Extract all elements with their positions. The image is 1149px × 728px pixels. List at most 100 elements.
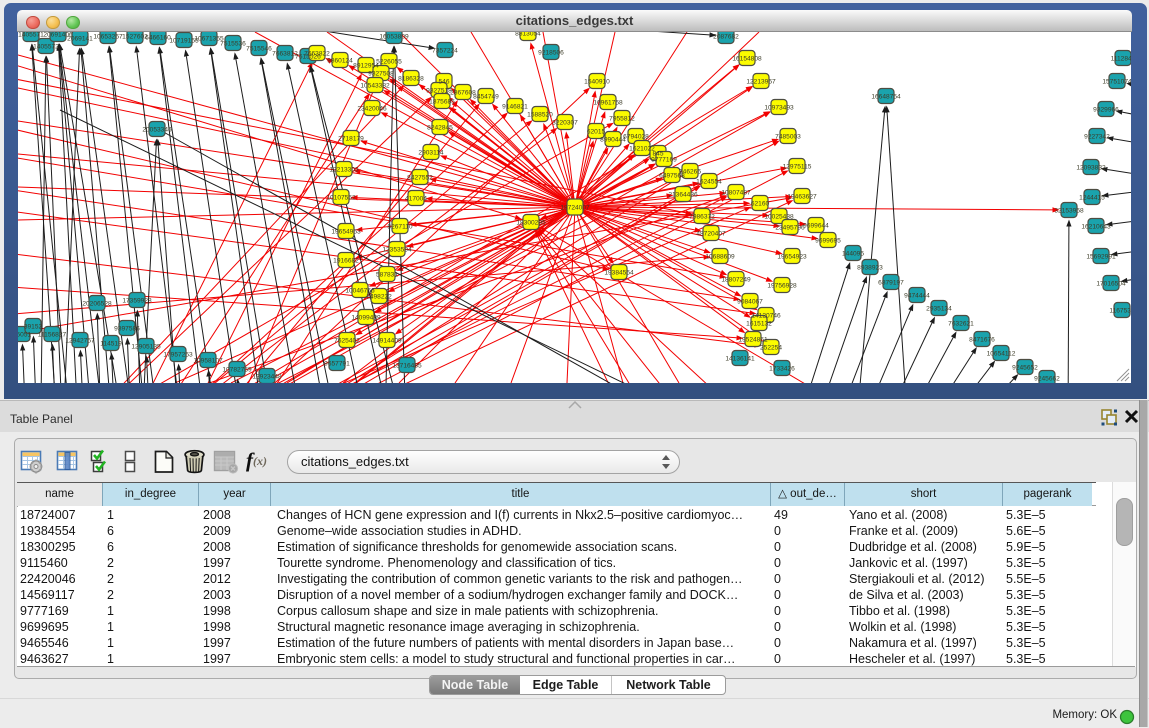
svg-text:12942757: 12942757	[65, 337, 95, 344]
svg-text:8454749: 8454749	[473, 93, 499, 100]
svg-text:8242845: 8242845	[427, 124, 453, 131]
svg-text:2718179: 2718179	[338, 135, 364, 142]
svg-text:1615132: 1615132	[746, 320, 772, 327]
svg-text:17957253: 17957253	[163, 351, 193, 358]
svg-text:19654953: 19654953	[331, 228, 361, 235]
svg-text:19756928: 19756928	[767, 282, 797, 289]
svg-text:144095: 144095	[842, 250, 864, 257]
svg-text:17359928: 17359928	[122, 297, 152, 304]
svg-text:32153958: 32153958	[1054, 207, 1084, 214]
svg-text:1244415: 1244415	[1079, 194, 1105, 201]
svg-text:9227342: 9227342	[1084, 133, 1110, 140]
svg-text:1624554: 1624554	[696, 178, 722, 185]
svg-text:15751074: 15751074	[1102, 78, 1131, 85]
svg-text:12093832: 12093832	[1076, 164, 1106, 171]
svg-text:12975115: 12975115	[783, 163, 812, 170]
svg-text:14914409: 14914409	[372, 337, 402, 344]
svg-text:6466160: 6466160	[145, 34, 171, 41]
svg-text:1405572: 1405572	[33, 43, 59, 50]
svg-text:10688609: 10688609	[705, 253, 735, 260]
svg-text:10958107: 10958107	[193, 357, 223, 364]
svg-text:114519: 114519	[100, 340, 122, 347]
svg-text:62015: 62015	[587, 128, 606, 135]
svg-text:9397586: 9397586	[114, 325, 140, 332]
svg-text:9329966: 9329966	[1093, 106, 1119, 113]
svg-text:8267110: 8267110	[387, 223, 413, 230]
svg-text:8427552: 8427552	[407, 174, 433, 181]
svg-text:10973493: 10973493	[764, 104, 794, 111]
svg-text:20206528: 20206528	[82, 300, 112, 307]
svg-text:252254: 252254	[760, 344, 782, 351]
svg-text:8186328: 8186328	[398, 75, 424, 82]
svg-text:10807487: 10807487	[721, 189, 751, 196]
svg-text:3220307: 3220307	[552, 119, 578, 126]
svg-text:16961758: 16961758	[593, 99, 623, 106]
svg-text:7632621: 7632621	[948, 320, 974, 327]
svg-text:11156827: 11156827	[38, 331, 67, 338]
svg-text:19524851: 19524851	[738, 336, 768, 343]
svg-text:18300295: 18300295	[516, 219, 546, 226]
svg-text:9699695: 9699695	[815, 237, 841, 244]
svg-text:13716485: 13716485	[392, 362, 422, 369]
svg-text:2935134: 2935134	[926, 305, 952, 312]
svg-text:12353594: 12353594	[382, 246, 412, 253]
svg-text:19384554: 19384554	[604, 269, 634, 276]
svg-text:8813054: 8813054	[515, 32, 541, 37]
svg-text:1733426: 1733426	[769, 365, 795, 372]
svg-text:12905135: 12905135	[131, 343, 161, 350]
svg-text:546: 546	[438, 78, 449, 85]
svg-text:7986372: 7986372	[689, 213, 715, 220]
svg-text:7515546: 7515546	[246, 45, 272, 52]
svg-text:1621022: 1621022	[629, 145, 655, 152]
svg-text:12923448: 12923448	[252, 373, 282, 380]
svg-text:7625402: 7625402	[334, 337, 360, 344]
svg-text:9218506: 9218506	[538, 49, 564, 56]
svg-text:9699644: 9699644	[803, 222, 829, 229]
svg-text:7663822: 7663822	[304, 50, 330, 57]
svg-text:7515536: 7515536	[220, 40, 246, 47]
svg-text:20053346: 20053346	[142, 126, 172, 133]
svg-text:1405571: 1405571	[18, 32, 44, 38]
svg-text:12213303: 12213303	[329, 166, 359, 173]
svg-text:6794028: 6794028	[623, 133, 649, 140]
svg-text:14120746: 14120746	[751, 312, 781, 319]
svg-text:9860124: 9860124	[327, 57, 353, 64]
svg-text:9084067: 9084067	[737, 298, 763, 305]
svg-text:1498222: 1498222	[366, 293, 392, 300]
svg-text:417004: 417004	[405, 195, 427, 202]
svg-text:2069141: 2069141	[67, 35, 93, 42]
svg-text:1540910: 1540910	[584, 78, 610, 85]
svg-text:6497568: 6497568	[659, 172, 685, 179]
svg-text:10025438: 10025438	[764, 213, 794, 220]
svg-text:9245662: 9245662	[1034, 375, 1060, 382]
svg-text:8471676: 8471676	[969, 336, 995, 343]
svg-text:19654923: 19654923	[777, 253, 807, 260]
svg-text:587831: 587831	[376, 271, 398, 278]
svg-text:1875685: 1875685	[429, 98, 455, 105]
svg-text:14099489: 14099489	[351, 314, 381, 321]
svg-text:9327518: 9327518	[426, 87, 452, 94]
svg-text:14136141: 14136141	[725, 355, 755, 362]
svg-text:10543382: 10543382	[360, 82, 390, 89]
svg-text:21364436: 21364436	[668, 191, 698, 198]
svg-text:7357224: 7357224	[432, 47, 458, 54]
svg-text:10654112: 10654112	[987, 350, 1016, 357]
svg-text:10107552: 10107552	[326, 194, 356, 201]
svg-text:10782759: 10782759	[222, 366, 252, 373]
svg-text:48720407: 48720407	[696, 230, 726, 237]
svg-text:12213967: 12213967	[746, 78, 776, 85]
svg-text:1112845: 1112845	[1111, 55, 1131, 62]
svg-text:19463627: 19463627	[787, 193, 817, 200]
svg-text:1588520: 1588520	[527, 111, 553, 118]
svg-text:16210643: 16210643	[1081, 223, 1111, 230]
svg-text:35051: 35051	[18, 331, 31, 338]
svg-text:5226055: 5226055	[376, 58, 402, 65]
svg-text:9777169: 9777169	[651, 156, 677, 163]
svg-text:16154808: 16154808	[732, 55, 762, 62]
svg-text:18724007: 18724007	[560, 204, 590, 211]
svg-text:39152: 39152	[24, 323, 43, 330]
svg-text:9474444: 9474444	[904, 292, 930, 299]
svg-text:7485003: 7485003	[775, 133, 801, 140]
svg-text:10653267: 10653267	[93, 33, 123, 40]
svg-text:7955812: 7955812	[609, 115, 635, 122]
